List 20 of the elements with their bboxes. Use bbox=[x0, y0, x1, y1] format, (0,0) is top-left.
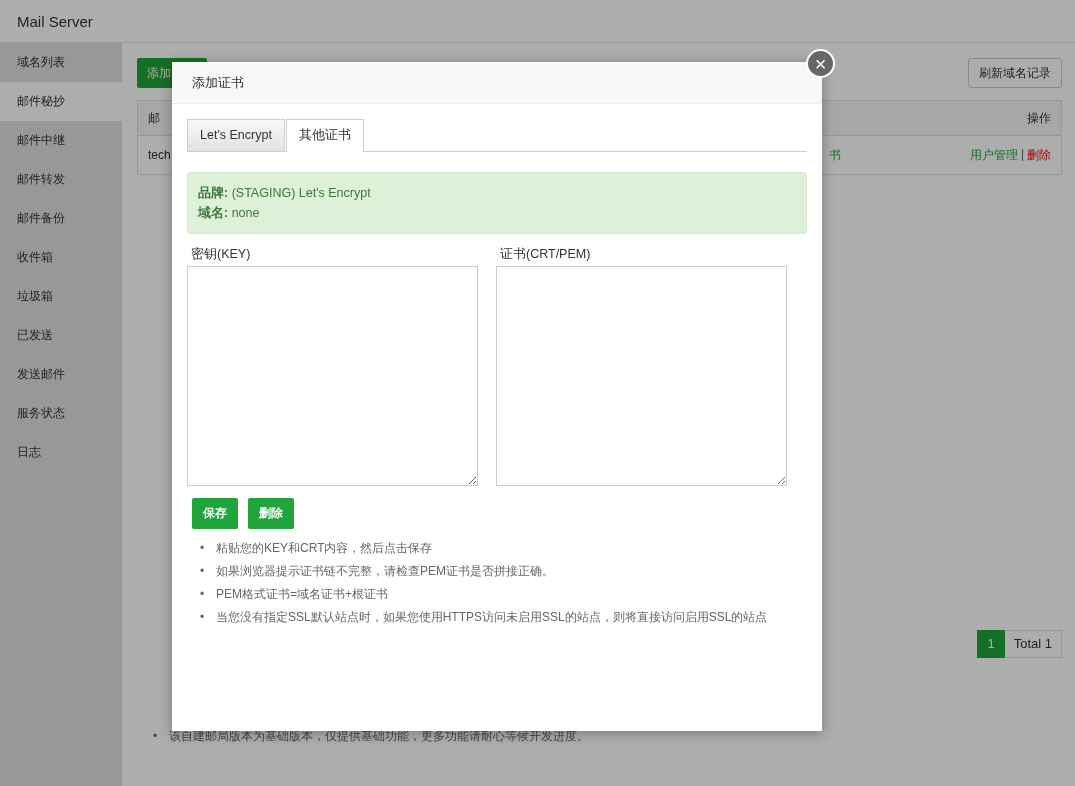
bullet: • bbox=[200, 540, 206, 557]
bullet: • bbox=[200, 586, 206, 603]
bullet: • bbox=[200, 609, 206, 626]
total-count: Total 1 bbox=[1004, 630, 1062, 658]
separator: | bbox=[1020, 146, 1024, 163]
bullet: • bbox=[153, 728, 159, 745]
window-title: Mail Server bbox=[17, 12, 93, 30]
table-cell: tech bbox=[148, 148, 171, 162]
tip-text: 如果浏览器提示证书链不完整，请检查PEM证书是否拼接正确。 bbox=[216, 564, 554, 578]
column-header: 邮 bbox=[148, 109, 160, 127]
field-label: 密钥(KEY) bbox=[190, 246, 252, 263]
bullet: • bbox=[200, 563, 206, 580]
field-label: 证书(CRT/PEM) bbox=[499, 246, 592, 263]
tip-text: 当您没有指定SSL默认站点时，如果您使用HTTPS访问未启用SSL的站点，则将直接访问启用SSL的站点 bbox=[216, 610, 768, 624]
info-line: 品牌: (STAGING) Let's Encrypt bbox=[198, 186, 371, 200]
column-header: 操作 bbox=[1027, 109, 1051, 127]
info-line: 域名: none bbox=[198, 206, 260, 220]
tip-text: PEM格式证书=域名证书+根证书 bbox=[216, 587, 389, 601]
dialog-title: 添加证书 bbox=[192, 73, 244, 92]
tip-text: 粘贴您的KEY和CRT内容，然后点击保存 bbox=[216, 541, 433, 555]
